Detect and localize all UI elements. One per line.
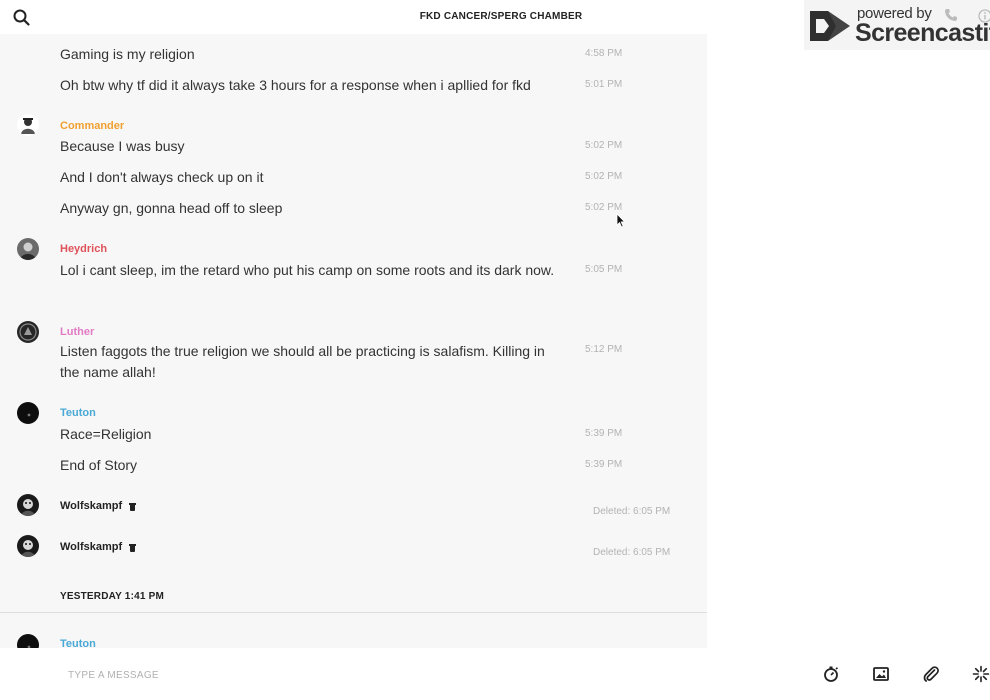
avatar[interactable] bbox=[17, 402, 39, 424]
paperclip-icon[interactable] bbox=[922, 665, 940, 683]
watermark-brand: Screencastify bbox=[855, 19, 990, 47]
screencastify-logo-icon bbox=[808, 7, 854, 50]
message-text: Listen faggots the true religion we shou… bbox=[60, 343, 545, 380]
message-text: Anyway gn, gonna head off to sleep bbox=[60, 200, 283, 216]
message-time: 4:58 PM bbox=[585, 48, 623, 59]
message-time: 5:02 PM bbox=[585, 202, 623, 213]
message-text: End of Story bbox=[60, 457, 138, 473]
avatar[interactable] bbox=[17, 494, 39, 516]
avatar[interactable] bbox=[17, 634, 39, 648]
avatar[interactable] bbox=[17, 114, 39, 136]
message-time: 5:12 PM bbox=[585, 344, 623, 355]
trash-icon bbox=[129, 503, 136, 511]
message-text: Gaming is my religion bbox=[60, 46, 195, 62]
sparkle-icon[interactable] bbox=[972, 665, 990, 683]
message-text: Race=Religion bbox=[60, 426, 152, 442]
message-time: 5:05 PM bbox=[585, 264, 623, 275]
message-text: Because I was busy bbox=[60, 138, 185, 154]
message-time: 5:02 PM bbox=[585, 140, 623, 151]
message-author[interactable]: Teuton bbox=[60, 638, 96, 648]
avatar[interactable] bbox=[17, 535, 39, 557]
day-divider bbox=[0, 612, 707, 613]
message-author[interactable]: Wolfskampf bbox=[60, 541, 122, 553]
message-author[interactable]: Teuton bbox=[60, 407, 96, 419]
mouse-cursor-icon bbox=[616, 213, 626, 233]
day-divider-label: YESTERDAY 1:41 PM bbox=[60, 591, 164, 602]
message-author[interactable]: Luther bbox=[60, 326, 94, 338]
deleted-status: Deleted: 6:05 PM bbox=[593, 506, 671, 517]
info-icon[interactable] bbox=[978, 9, 990, 28]
deleted-status: Deleted: 6:05 PM bbox=[593, 547, 671, 558]
message-author[interactable]: Commander bbox=[60, 120, 124, 132]
image-icon[interactable] bbox=[872, 665, 890, 683]
screencastify-watermark: powered by Screencastify bbox=[804, 0, 990, 50]
message-author[interactable]: Heydrich bbox=[60, 243, 107, 255]
message-text: Oh btw why tf did it always take 3 hours… bbox=[60, 77, 531, 93]
message-time: 5:39 PM bbox=[585, 428, 623, 439]
avatar[interactable] bbox=[17, 321, 39, 343]
phone-icon[interactable] bbox=[944, 8, 958, 27]
message-time: 5:02 PM bbox=[585, 171, 623, 182]
timer-icon[interactable] bbox=[822, 665, 840, 683]
message-composer bbox=[0, 648, 990, 700]
message-author[interactable]: Wolfskampf bbox=[60, 500, 122, 512]
message-time: 5:39 PM bbox=[585, 459, 623, 470]
message-list[interactable]: Gaming is my religion 4:58 PM Oh btw why… bbox=[0, 34, 707, 648]
trash-icon bbox=[129, 544, 136, 552]
message-text: And I don't always check up on it bbox=[60, 169, 264, 185]
avatar[interactable] bbox=[17, 238, 39, 260]
message-text: Lol i cant sleep, im the retard who put … bbox=[60, 262, 555, 278]
message-time: 5:01 PM bbox=[585, 79, 623, 90]
message-input[interactable] bbox=[66, 665, 570, 685]
